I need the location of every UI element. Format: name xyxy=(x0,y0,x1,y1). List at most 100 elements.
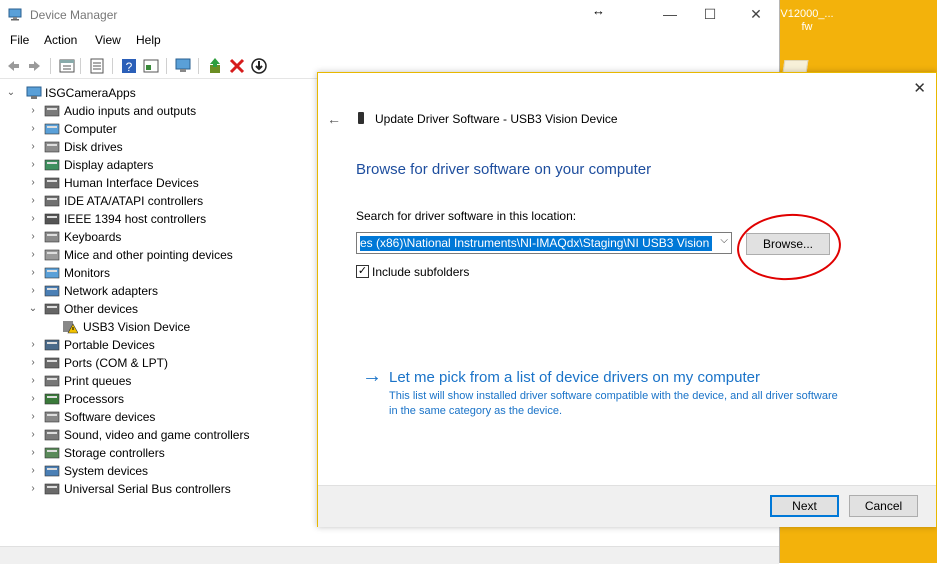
properties-icon[interactable] xyxy=(58,57,76,75)
chevron-right-icon[interactable]: › xyxy=(28,480,38,498)
maximize-button[interactable]: ☐ xyxy=(698,4,722,24)
tree-item-label: Storage controllers xyxy=(64,446,165,460)
tree-item-label: Universal Serial Bus controllers xyxy=(64,482,231,496)
dialog-heading: Browse for driver software on your compu… xyxy=(356,161,652,178)
chevron-right-icon[interactable]: › xyxy=(28,120,38,138)
menu-help[interactable]: Help xyxy=(136,33,161,47)
forward-arrow-icon[interactable] xyxy=(26,57,44,75)
browse-button[interactable]: Browse... xyxy=(746,233,830,255)
include-subfolders-checkbox[interactable]: ✓ xyxy=(356,265,369,278)
status-bar xyxy=(0,546,779,564)
keyboard-icon xyxy=(44,231,60,243)
tree-item-label: Network adapters xyxy=(64,284,159,298)
chevron-right-icon[interactable]: › xyxy=(28,246,38,264)
chevron-right-icon[interactable]: › xyxy=(28,210,38,228)
include-subfolders-label[interactable]: Include subfolders xyxy=(372,265,469,279)
help-icon[interactable]: ? xyxy=(120,57,138,75)
chevron-right-icon[interactable]: › xyxy=(28,192,38,210)
tree-item-label: USB3 Vision Device xyxy=(83,320,191,334)
chevron-right-icon[interactable]: › xyxy=(28,426,38,444)
chevron-right-icon[interactable]: › xyxy=(28,228,38,246)
tree-item-label: Processors xyxy=(64,392,125,406)
monitor-icon xyxy=(44,267,60,279)
svg-text:?: ? xyxy=(126,60,133,74)
tree-item-label: System devices xyxy=(64,464,149,478)
chevron-right-icon[interactable]: › xyxy=(28,444,38,462)
port-icon xyxy=(44,357,60,369)
chevron-right-icon[interactable]: › xyxy=(28,336,38,354)
ide-icon xyxy=(44,195,60,207)
chevron-right-icon[interactable]: › xyxy=(28,462,38,480)
dialog-close-button[interactable]: ✕ xyxy=(913,79,926,97)
minimize-button[interactable]: — xyxy=(658,4,682,24)
tree-item-label: Display adapters xyxy=(64,158,154,172)
scan-hardware-icon[interactable] xyxy=(174,57,192,75)
show-hidden-icon[interactable] xyxy=(142,57,160,75)
title-bar[interactable]: Device Manager ↔ — ☐ ✕ xyxy=(0,0,779,30)
monitor-icon xyxy=(44,123,60,135)
chevron-down-icon[interactable]: ⌄ xyxy=(6,84,16,102)
menu-file[interactable]: File xyxy=(10,33,29,47)
download-icon[interactable] xyxy=(250,57,268,75)
search-location-label: Search for driver software in this locat… xyxy=(356,209,577,223)
back-arrow-icon[interactable] xyxy=(4,57,22,75)
tree-item-label: Software devices xyxy=(64,410,156,424)
close-button[interactable]: ✕ xyxy=(744,4,768,24)
chevron-right-icon[interactable]: › xyxy=(28,354,38,372)
uninstall-icon[interactable] xyxy=(228,57,246,75)
cpu-icon xyxy=(44,393,60,405)
toolbar-separator xyxy=(166,58,167,74)
storage-icon xyxy=(44,447,60,459)
next-button[interactable]: Next xyxy=(770,495,839,517)
disk-icon xyxy=(44,141,60,153)
pick-from-list-description[interactable]: This list will show installed driver sof… xyxy=(389,389,849,419)
chevron-right-icon[interactable]: › xyxy=(28,408,38,426)
portable-icon xyxy=(44,339,60,351)
tree-item-label: Print queues xyxy=(64,374,132,388)
chevron-right-icon[interactable]: › xyxy=(28,390,38,408)
update-driver-icon[interactable] xyxy=(206,57,224,75)
arrow-right-icon[interactable]: → xyxy=(362,365,382,388)
printer-icon xyxy=(44,375,60,387)
chevron-right-icon[interactable]: › xyxy=(28,156,38,174)
toolbar-separator xyxy=(112,58,113,74)
toolbar-separator xyxy=(50,58,51,74)
usb-device-icon xyxy=(358,112,364,124)
cancel-button[interactable]: Cancel xyxy=(849,495,918,517)
chevron-right-icon[interactable]: › xyxy=(28,174,38,192)
warning-device-icon xyxy=(63,321,78,334)
dialog-footer: Next Cancel xyxy=(318,485,936,527)
system-icon xyxy=(44,465,60,477)
chevron-down-icon[interactable]: ⌄ xyxy=(28,300,38,318)
update-driver-dialog: ✕ ← Update Driver Software - USB3 Vision… xyxy=(317,72,937,527)
toolbar-separator xyxy=(198,58,199,74)
display-adapter-icon xyxy=(44,159,60,171)
hid-icon xyxy=(44,177,60,189)
menu-view[interactable]: View xyxy=(95,33,121,47)
tree-item-label: Disk drives xyxy=(64,140,123,154)
tree-item-label: Portable Devices xyxy=(64,338,155,352)
toolbar-separator xyxy=(80,58,81,74)
view-icon[interactable] xyxy=(88,57,106,75)
driver-path-input[interactable]: es (x86)\National Instruments\NI-IMAQdx\… xyxy=(360,236,712,251)
tree-item-label: Sound, video and game controllers xyxy=(64,428,250,442)
dialog-back-button[interactable]: ← xyxy=(327,111,341,127)
tree-item-label: IEEE 1394 host controllers xyxy=(64,212,207,226)
tree-item-label: Computer xyxy=(64,122,117,136)
tree-item-label: Monitors xyxy=(64,266,111,280)
chevron-right-icon[interactable]: › xyxy=(28,372,38,390)
pick-from-list-link[interactable]: Let me pick from a list of device driver… xyxy=(389,369,760,386)
tree-item-label: IDE ATA/ATAPI controllers xyxy=(64,194,204,208)
chevron-down-icon[interactable]: ⌵ xyxy=(720,235,728,246)
firewire-icon xyxy=(44,213,60,225)
driver-path-combobox[interactable]: es (x86)\National Instruments\NI-IMAQdx\… xyxy=(356,232,732,254)
desktop-file-label[interactable]: V12000_... fw xyxy=(779,8,835,34)
chevron-right-icon[interactable]: › xyxy=(28,102,38,120)
menu-action[interactable]: Action xyxy=(44,33,77,47)
device-manager-icon xyxy=(8,8,22,21)
chevron-right-icon[interactable]: › xyxy=(28,264,38,282)
chevron-right-icon[interactable]: › xyxy=(28,138,38,156)
unknown-device-icon xyxy=(44,303,60,315)
chevron-right-icon[interactable]: › xyxy=(28,282,38,300)
computer-icon xyxy=(26,86,42,99)
